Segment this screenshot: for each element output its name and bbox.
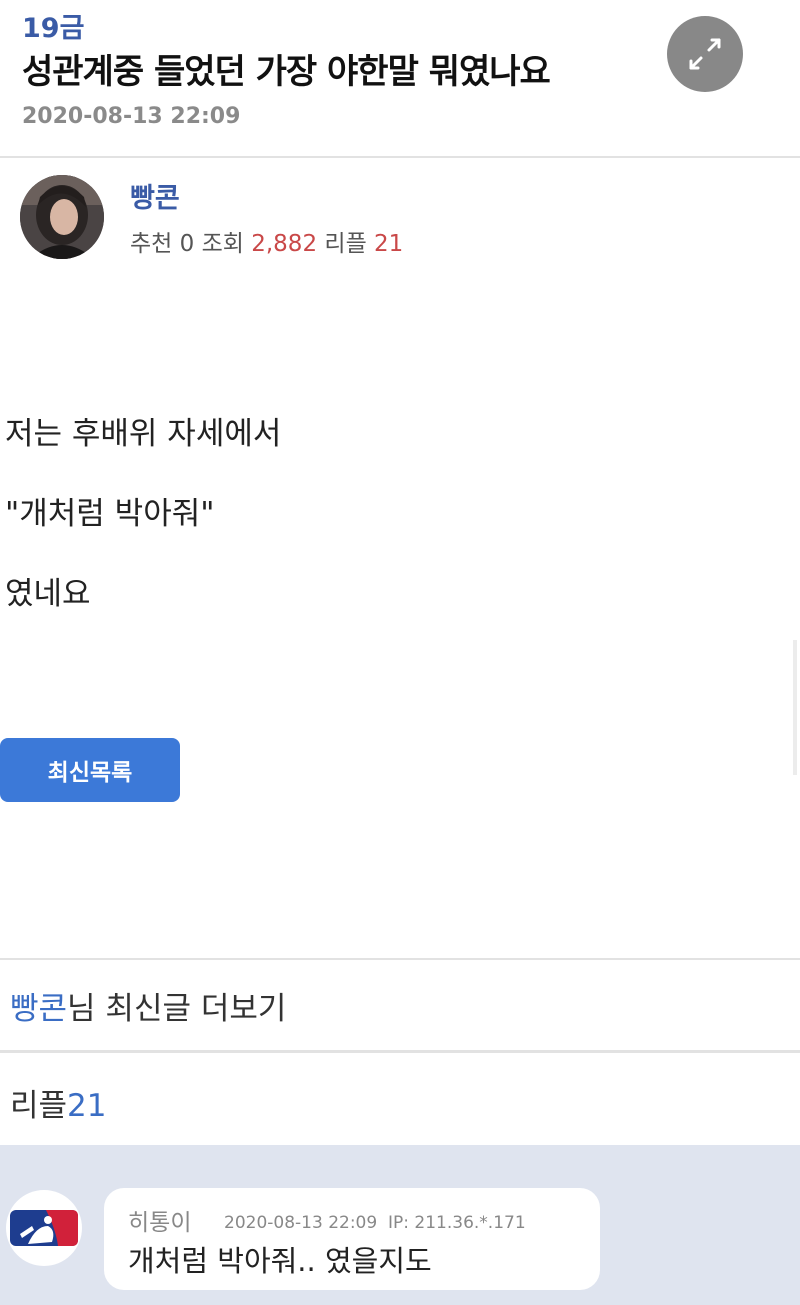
- replies-label: 리플: [324, 231, 367, 257]
- section-divider: [0, 958, 800, 960]
- header-divider: [0, 156, 800, 158]
- latest-list-button[interactable]: 최신목록: [0, 738, 180, 802]
- replies-header-label: 리플: [10, 1088, 68, 1124]
- reply-date: 2020-08-13 22:09: [224, 1213, 378, 1233]
- expand-icon: [689, 38, 721, 70]
- recommend-label: 추천: [130, 231, 173, 257]
- author-more-name[interactable]: 빵콘: [10, 991, 67, 1027]
- mlb-logo-icon: [10, 1210, 78, 1246]
- post-body-line: 저는 후배위 자세에서: [5, 416, 282, 452]
- post-body-line: 였네요: [5, 576, 91, 612]
- reply-avatar[interactable]: [6, 1190, 82, 1266]
- reply-meta: 2020-08-13 22:09 IP: 211.36.*.171: [224, 1213, 526, 1233]
- author-name[interactable]: 빵콘: [130, 176, 180, 215]
- replies-count: 21: [374, 231, 404, 257]
- post-stats: 추천 0 조회 2,882 리플 21: [130, 224, 403, 258]
- section-divider: [0, 1050, 800, 1053]
- views-count: 2,882: [251, 231, 318, 257]
- views-label: 조회: [201, 231, 244, 257]
- author-more-suffix: 님 최신글 더보기: [67, 991, 287, 1027]
- reply-text: 개처럼 박아줘.. 였을지도: [128, 1244, 432, 1278]
- scrollbar-track: [793, 640, 797, 775]
- post-title: 성관계중 들었던 가장 야한말 뭐였나요: [22, 52, 551, 92]
- author-avatar[interactable]: [20, 175, 104, 259]
- reply-author[interactable]: 히통이: [128, 1203, 191, 1237]
- replies-header: 리플21: [10, 1080, 107, 1125]
- post-date: 2020-08-13 22:09: [22, 104, 241, 129]
- post-category[interactable]: 19금: [22, 6, 84, 45]
- expand-button[interactable]: [667, 16, 743, 92]
- post-body-line: "개처럼 박아줘": [5, 496, 215, 532]
- author-more-link[interactable]: 빵콘님 최신글 더보기: [10, 983, 286, 1028]
- reply-ip: IP: 211.36.*.171: [388, 1213, 526, 1233]
- user-avatar-image: [20, 175, 104, 259]
- recommend-count: 0: [179, 231, 195, 257]
- replies-header-count: 21: [67, 1088, 107, 1124]
